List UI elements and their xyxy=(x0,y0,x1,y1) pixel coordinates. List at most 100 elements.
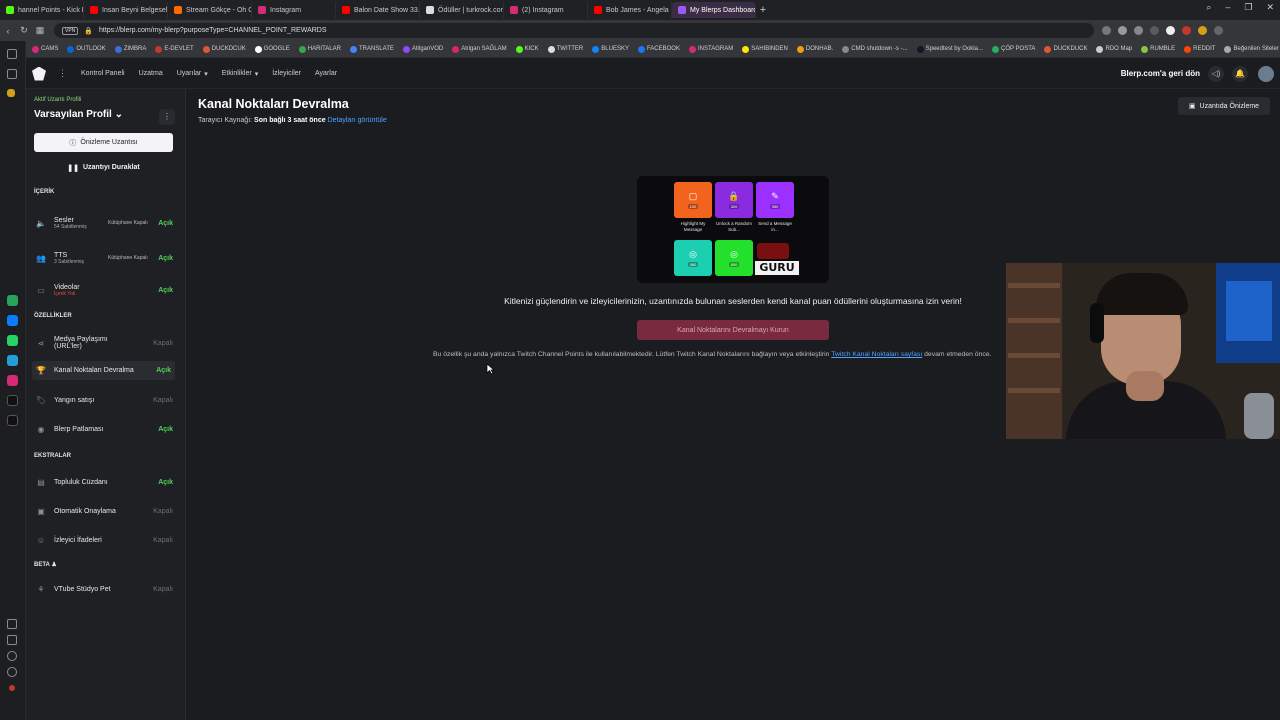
browser-tab[interactable]: Instagram xyxy=(252,2,336,18)
avatar[interactable] xyxy=(1258,65,1274,82)
tiktok-icon[interactable] xyxy=(7,395,18,406)
clipboard-icon[interactable] xyxy=(7,69,17,79)
bookmark-item[interactable]: FACEBOOK xyxy=(637,45,680,53)
bell-icon[interactable]: 🔔 xyxy=(1232,65,1248,82)
browser-tab[interactable]: Ödüller | turkrock.com xyxy=(420,2,504,18)
close-icon[interactable]: ✕ xyxy=(1266,2,1274,13)
nav-viewers[interactable]: İzleyiciler xyxy=(272,70,301,78)
blerp-logo-icon[interactable] xyxy=(32,66,46,81)
heart-icon[interactable] xyxy=(1134,26,1143,35)
bookmark-item[interactable]: KICK xyxy=(515,45,539,53)
bookmark-item[interactable]: HARITALAR xyxy=(298,45,341,53)
bookmark-item[interactable]: RDO Map xyxy=(1096,45,1132,53)
sidebar-item-videos[interactable]: ▭ Videolar İçerik Yok Açık xyxy=(34,279,173,301)
extension-icon[interactable] xyxy=(1118,26,1127,35)
apps-icon[interactable] xyxy=(7,619,17,629)
bookmark-item[interactable]: INSTAGRAM xyxy=(688,45,733,53)
volume-icon[interactable]: ◁) xyxy=(1208,65,1224,82)
maximize-icon[interactable]: ❐ xyxy=(1244,2,1252,13)
more-menu-icon[interactable]: ⋮ xyxy=(58,68,67,79)
bookmark-icon[interactable] xyxy=(7,49,17,59)
extension-icon[interactable] xyxy=(1150,26,1159,35)
back-arrow-icon[interactable]: ‹ xyxy=(0,26,16,36)
sidebar-item-viewer-emotes[interactable]: ☺ İzleyici İfadeleri Kapalı xyxy=(34,531,173,549)
sidebar-item-channel-points[interactable]: 🏆 Kanal Noktaları Devralma Açık xyxy=(32,361,175,380)
app-icon[interactable] xyxy=(7,295,18,306)
url-input[interactable]: VPN 🔒 https://blerp.com/my-blerp?purpose… xyxy=(54,23,1094,38)
extension-icon[interactable] xyxy=(1102,26,1111,35)
bookmark-item[interactable]: TWITTER xyxy=(547,45,583,53)
telegram-icon[interactable] xyxy=(7,355,18,366)
minimize-icon[interactable]: – xyxy=(1225,2,1230,13)
browser-tab[interactable]: My Blerps Dashboard xyxy=(672,2,756,18)
bookmark-favicon-icon xyxy=(742,45,750,53)
search-icon[interactable]: ⌕ xyxy=(1206,2,1211,13)
profile-selector[interactable]: Varsayılan Profil ⌄ xyxy=(34,109,123,120)
more-options-icon[interactable]: ⋮ xyxy=(159,109,175,125)
browser-tab[interactable]: Balon Date Show 33. Böl xyxy=(336,2,420,18)
bookmark-item[interactable]: TRANSLATE xyxy=(349,45,394,53)
bookmark-item[interactable]: CAMS xyxy=(32,45,58,53)
edit-icon[interactable] xyxy=(7,635,17,645)
bookmark-item[interactable]: REDDIT xyxy=(1184,45,1215,53)
menu-icon[interactable] xyxy=(1214,26,1223,35)
x-icon[interactable] xyxy=(7,415,18,426)
browser-tab[interactable]: (2) Instagram xyxy=(504,2,588,18)
preview-in-extension-button[interactable]: ▣ Uzantıda Önizleme xyxy=(1178,97,1270,115)
messenger-icon[interactable] xyxy=(7,315,18,326)
browser-tab[interactable]: Insan Beyni Belgeseli - xyxy=(84,2,168,18)
clock-icon[interactable] xyxy=(7,651,17,661)
record-icon[interactable] xyxy=(9,685,15,691)
tab-title: Balon Date Show 33. Böl xyxy=(354,6,420,14)
bookmark-item[interactable]: RUMBLE xyxy=(1141,45,1175,53)
sidebar-item-media-share[interactable]: ⋖ Medya Paylaşımı (URL'ler) Kapalı xyxy=(34,332,173,354)
grid-icon[interactable]: ▦ xyxy=(32,25,48,36)
bookmark-item[interactable]: DONHAB. xyxy=(796,45,833,53)
bookmark-item[interactable]: DUCKDUCK xyxy=(1044,45,1087,53)
user-icon[interactable] xyxy=(7,89,15,97)
nav-alerts[interactable]: Uyarılar ▾ xyxy=(177,70,208,78)
reload-icon[interactable]: ↻ xyxy=(16,25,32,36)
settings-icon[interactable] xyxy=(7,667,17,677)
browser-tab[interactable]: Bob James - Angela (The xyxy=(588,2,672,18)
bookmark-item[interactable]: CMD shutdown -s -... xyxy=(842,45,908,53)
back-to-blerp-link[interactable]: Blerp.com'a geri dön xyxy=(1121,69,1200,78)
install-channel-points-button[interactable]: Kanal Noktalarını Devralmayı Kurun xyxy=(637,320,829,340)
bookmark-item[interactable]: SAHIBINDEN xyxy=(742,45,788,53)
bookmark-item[interactable]: E-DEVLET xyxy=(155,45,194,53)
sidebar-item-auto-approve[interactable]: ▣ Otomatik Onaylama Kapalı xyxy=(34,502,173,520)
sidebar-item-blerp-blast[interactable]: ◉ Blerp Patlaması Açık xyxy=(34,420,174,438)
nav-dashboard[interactable]: Kontrol Paneli xyxy=(81,70,125,78)
sidebar-item-community-wallet[interactable]: ▤ Topluluk Cüzdanı Açık xyxy=(34,473,173,491)
bookmark-item[interactable]: Speedtest by Ookla... xyxy=(916,45,983,53)
sidebar-item-vtube-studio[interactable]: ⚘ VTube Stüdyo Pet Kapalı xyxy=(34,580,173,598)
new-tab-icon[interactable]: + xyxy=(756,3,770,17)
instagram-icon[interactable] xyxy=(7,375,18,386)
pause-extension-button[interactable]: ❚❚ Uzantıyı Duraklat xyxy=(34,158,173,177)
bookmark-item[interactable]: Atılgan SAĞLAM xyxy=(452,45,507,53)
nav-events[interactable]: Etkinlikler ▾ xyxy=(222,70,258,78)
sidebar-item-tts[interactable]: 👥 TTS 3 Sabitlenmiş Kütüphane Kapalı Açık xyxy=(34,245,173,271)
preview-extension-button[interactable]: ⓘ Önizleme Uzantısı xyxy=(34,133,173,152)
extension-icon[interactable] xyxy=(1198,26,1207,35)
browser-tab[interactable]: Stream Gökçe - Oh Olsun xyxy=(168,2,252,18)
sidebar-item-fire-sale[interactable]: 🏷 Yangın satışı Kapalı xyxy=(34,391,173,409)
bookmark-item[interactable]: AtilganVOD xyxy=(402,45,443,53)
view-details-link[interactable]: Detayları görüntüle xyxy=(328,117,387,124)
nav-settings[interactable]: Ayarlar xyxy=(315,70,337,78)
bookmark-item[interactable]: BLUESKY xyxy=(592,45,629,53)
vpn-badge[interactable]: VPN xyxy=(62,26,79,35)
nav-extension[interactable]: Uzatma xyxy=(139,70,163,78)
bookmark-item[interactable]: GOOGLE xyxy=(254,45,290,53)
extension-icon[interactable] xyxy=(1182,26,1191,35)
bookmark-item[interactable]: OUTLOOK xyxy=(67,45,106,53)
twitch-channel-points-link[interactable]: Twitch Kanal Noktaları sayfası xyxy=(831,351,922,358)
play-icon[interactable] xyxy=(1166,26,1175,35)
bookmark-item[interactable]: Beğenilen Siteler xyxy=(1224,45,1279,53)
sidebar-item-sounds[interactable]: 🔈 Sesler 54 Sabitlenmiş Kütüphane Kapalı … xyxy=(34,210,173,236)
whatsapp-icon[interactable] xyxy=(7,335,18,346)
bookmark-item[interactable]: DUCKDCUK xyxy=(202,45,246,53)
bookmark-item[interactable]: ZIMBRA xyxy=(114,45,146,53)
bookmark-item[interactable]: ÇÖP POSTA xyxy=(991,45,1035,53)
browser-tab[interactable]: hannel Points - Kick Das xyxy=(0,2,84,18)
